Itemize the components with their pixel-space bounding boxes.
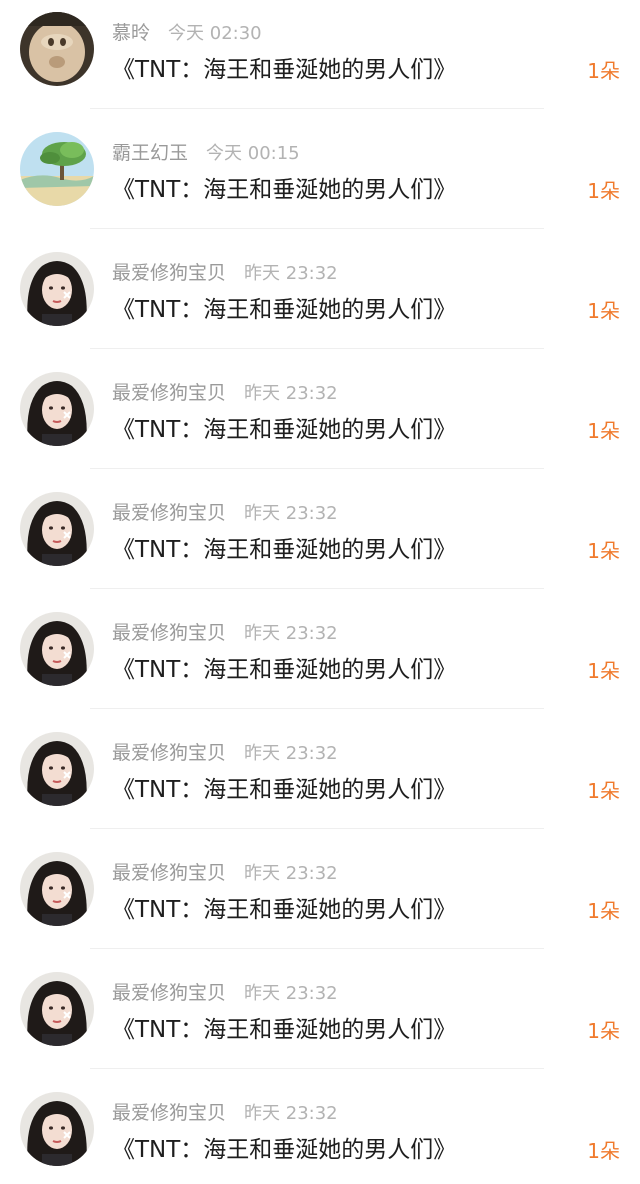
divider (90, 708, 544, 709)
username[interactable]: 最爱修狗宝贝 (112, 262, 226, 284)
message-text: 《TNT：海王和垂涎她的男人们》 (112, 657, 457, 683)
item-meta: 最爱修狗宝贝 昨天 23:32 (112, 740, 338, 766)
list-item[interactable]: 最爱修狗宝贝 昨天 23:32 《TNT：海王和垂涎她的男人们》 1朵 (0, 720, 640, 840)
username[interactable]: 最爱修狗宝贝 (112, 382, 226, 404)
list-item[interactable]: 慕昤 今天 02:30 《TNT：海王和垂涎她的男人们》 1朵 (0, 0, 640, 120)
item-meta: 最爱修狗宝贝 昨天 23:32 (112, 620, 338, 646)
timestamp: 昨天 23:32 (244, 623, 338, 644)
avatar[interactable] (20, 492, 94, 566)
avatar[interactable] (20, 852, 94, 926)
flower-count: 1朵 (587, 1019, 620, 1043)
girl-portrait-avatar-icon (20, 252, 94, 326)
message-text: 《TNT：海王和垂涎她的男人们》 (112, 177, 457, 203)
divider (90, 588, 544, 589)
flower-count: 1朵 (587, 179, 620, 203)
timestamp: 昨天 23:32 (244, 983, 338, 1004)
list-item[interactable]: 最爱修狗宝贝 昨天 23:32 《TNT：海王和垂涎她的男人们》 1朵 (0, 600, 640, 720)
divider (90, 1068, 544, 1069)
list-item[interactable]: 霸王幻玉 今天 00:15 《TNT：海王和垂涎她的男人们》 1朵 (0, 120, 640, 240)
message-text: 《TNT：海王和垂涎她的男人们》 (112, 897, 457, 923)
divider (90, 948, 544, 949)
item-meta: 最爱修狗宝贝 昨天 23:32 (112, 500, 338, 526)
username[interactable]: 最爱修狗宝贝 (112, 622, 226, 644)
timestamp: 昨天 23:32 (244, 1103, 338, 1124)
item-meta: 慕昤 今天 02:30 (112, 20, 262, 46)
flower-count: 1朵 (587, 299, 620, 323)
landscape-tree-avatar-icon (20, 132, 94, 206)
message-text: 《TNT：海王和垂涎她的男人们》 (112, 417, 457, 443)
avatar[interactable] (20, 972, 94, 1046)
flower-count: 1朵 (587, 779, 620, 803)
timestamp: 昨天 23:32 (244, 503, 338, 524)
list-item[interactable]: 最爱修狗宝贝 昨天 23:32 《TNT：海王和垂涎她的男人们》 1朵 (0, 240, 640, 360)
message-text: 《TNT：海王和垂涎她的男人们》 (112, 537, 457, 563)
divider (90, 468, 544, 469)
item-meta: 最爱修狗宝贝 昨天 23:32 (112, 380, 338, 406)
item-meta: 最爱修狗宝贝 昨天 23:32 (112, 1100, 338, 1126)
flower-count: 1朵 (587, 419, 620, 443)
username[interactable]: 最爱修狗宝贝 (112, 862, 226, 884)
girl-portrait-avatar-icon (20, 852, 94, 926)
flower-count: 1朵 (587, 59, 620, 83)
item-meta: 最爱修狗宝贝 昨天 23:32 (112, 980, 338, 1006)
avatar[interactable] (20, 252, 94, 326)
girl-portrait-avatar-icon (20, 612, 94, 686)
divider (90, 828, 544, 829)
list-item[interactable]: 最爱修狗宝贝 昨天 23:32 《TNT：海王和垂涎她的男人们》 1朵 (0, 840, 640, 960)
timestamp: 昨天 23:32 (244, 863, 338, 884)
girl-portrait-avatar-icon (20, 972, 94, 1046)
item-meta: 最爱修狗宝贝 昨天 23:32 (112, 860, 338, 886)
username[interactable]: 慕昤 (112, 22, 150, 44)
divider (90, 108, 544, 109)
username[interactable]: 霸王幻玉 (112, 142, 188, 164)
message-text: 《TNT：海王和垂涎她的男人们》 (112, 777, 457, 803)
girl-portrait-avatar-icon (20, 732, 94, 806)
message-text: 《TNT：海王和垂涎她的男人们》 (112, 1017, 457, 1043)
gift-record-list: 慕昤 今天 02:30 《TNT：海王和垂涎她的男人们》 1朵 霸王幻玉 今天 00… (0, 0, 640, 1184)
avatar[interactable] (20, 612, 94, 686)
girl-portrait-avatar-icon (20, 1092, 94, 1166)
divider (90, 348, 544, 349)
divider (90, 228, 544, 229)
timestamp: 昨天 23:32 (244, 263, 338, 284)
list-item[interactable]: 最爱修狗宝贝 昨天 23:32 《TNT：海王和垂涎她的男人们》 1朵 (0, 960, 640, 1080)
timestamp: 今天 02:30 (168, 23, 262, 44)
avatar[interactable] (20, 732, 94, 806)
username[interactable]: 最爱修狗宝贝 (112, 982, 226, 1004)
item-meta: 霸王幻玉 今天 00:15 (112, 140, 300, 166)
list-item[interactable]: 最爱修狗宝贝 昨天 23:32 《TNT：海王和垂涎她的男人们》 1朵 (0, 1080, 640, 1184)
flower-count: 1朵 (587, 539, 620, 563)
avatar[interactable] (20, 132, 94, 206)
flower-count: 1朵 (587, 1139, 620, 1163)
timestamp: 昨天 23:32 (244, 383, 338, 404)
message-text: 《TNT：海王和垂涎她的男人们》 (112, 297, 457, 323)
username[interactable]: 最爱修狗宝贝 (112, 742, 226, 764)
message-text: 《TNT：海王和垂涎她的男人们》 (112, 57, 457, 83)
flower-count: 1朵 (587, 659, 620, 683)
timestamp: 今天 00:15 (206, 143, 300, 164)
girl-portrait-avatar-icon (20, 372, 94, 446)
avatar[interactable] (20, 12, 94, 86)
pig-face-avatar-icon (20, 12, 94, 86)
username[interactable]: 最爱修狗宝贝 (112, 502, 226, 524)
timestamp: 昨天 23:32 (244, 743, 338, 764)
item-meta: 最爱修狗宝贝 昨天 23:32 (112, 260, 338, 286)
username[interactable]: 最爱修狗宝贝 (112, 1102, 226, 1124)
avatar[interactable] (20, 372, 94, 446)
girl-portrait-avatar-icon (20, 492, 94, 566)
message-text: 《TNT：海王和垂涎她的男人们》 (112, 1137, 457, 1163)
list-item[interactable]: 最爱修狗宝贝 昨天 23:32 《TNT：海王和垂涎她的男人们》 1朵 (0, 360, 640, 480)
avatar[interactable] (20, 1092, 94, 1166)
flower-count: 1朵 (587, 899, 620, 923)
list-item[interactable]: 最爱修狗宝贝 昨天 23:32 《TNT：海王和垂涎她的男人们》 1朵 (0, 480, 640, 600)
